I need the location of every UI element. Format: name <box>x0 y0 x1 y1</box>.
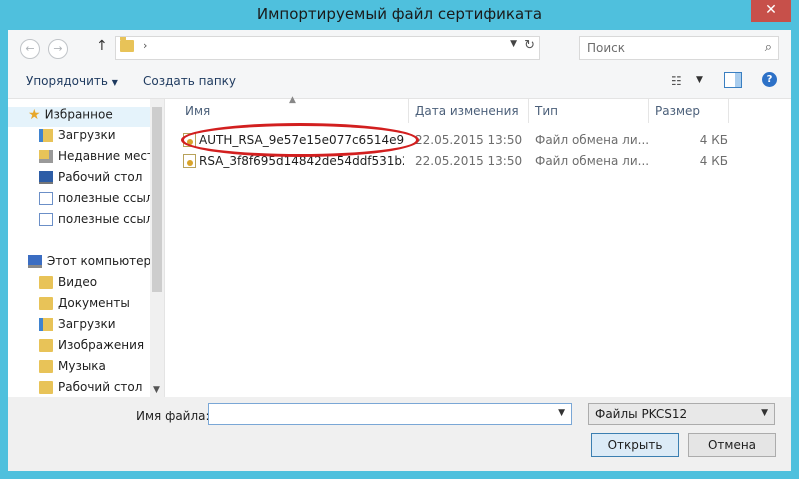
star-icon: ★ <box>28 107 41 123</box>
word-document-icon <box>39 192 53 205</box>
video-folder-icon <box>39 276 53 289</box>
column-divider[interactable] <box>648 99 649 123</box>
address-row: ← → ↑ › ▼ ↻ Поиск ⌕ <box>8 30 791 64</box>
file-size: 4 КБ <box>699 133 728 147</box>
file-type: Файл обмена ли... <box>535 133 650 147</box>
chevron-down-icon: ▼ <box>111 78 118 87</box>
column-divider[interactable] <box>408 99 409 123</box>
command-toolbar: Упорядочить ▼ Создать папку ☷ ▼ ? <box>8 64 791 99</box>
dialog-body: ← → ↑ › ▼ ↻ Поиск ⌕ Упорядочить ▼ Создат… <box>8 30 791 471</box>
file-type: Файл обмена ли... <box>535 154 650 168</box>
chevron-down-icon[interactable]: ▼ <box>696 75 703 85</box>
column-header-name[interactable]: Имя <box>185 104 210 128</box>
search-box[interactable]: Поиск ⌕ <box>579 36 779 60</box>
organize-button[interactable]: Упорядочить ▼ <box>26 74 118 88</box>
breadcrumb-arrow[interactable]: › <box>143 39 147 52</box>
scrollbar-thumb[interactable] <box>152 107 162 292</box>
nav-item-this-pc[interactable]: Этот компьютер <box>8 254 150 274</box>
back-button[interactable]: ← <box>20 39 40 59</box>
column-divider[interactable] <box>528 99 529 123</box>
music-folder-icon <box>39 360 53 373</box>
nav-item-downloads-pc[interactable]: Загрузки <box>8 317 150 337</box>
red-highlight-ellipse <box>181 123 419 157</box>
refresh-icon[interactable]: ↻ <box>524 38 535 53</box>
file-list: ▲ Имя Дата изменения Тип Размер AUTH_RSA… <box>165 95 791 397</box>
cancel-button[interactable]: Отмена <box>688 433 776 457</box>
dialog-window: Импортируемый файл сертификата ✕ ← → ↑ ›… <box>0 0 799 479</box>
folder-icon <box>120 37 134 52</box>
filename-input[interactable]: ▼ <box>208 403 572 425</box>
open-button[interactable]: Открыть <box>591 433 679 457</box>
address-bar[interactable]: › ▼ ↻ <box>115 36 540 60</box>
sort-ascending-icon: ▲ <box>289 95 296 105</box>
file-date: 22.05.2015 13:50 <box>415 133 523 147</box>
chevron-down-icon[interactable]: ▼ <box>761 408 768 418</box>
nav-item-label: Рабочий стол <box>58 380 143 394</box>
nav-item-music[interactable]: Музыка <box>8 359 150 379</box>
column-header-date[interactable]: Дата изменения <box>415 104 519 128</box>
chevron-down-icon[interactable]: ▼ <box>510 39 517 49</box>
nav-item-documents[interactable]: Документы <box>8 296 150 316</box>
desktop-folder-icon <box>39 381 53 394</box>
downloads-folder-icon <box>39 129 53 142</box>
close-button[interactable]: ✕ <box>751 0 791 22</box>
word-document-icon <box>39 213 53 226</box>
nav-item-label: Видео <box>58 275 98 289</box>
nav-item-recent[interactable]: Недавние места <box>8 149 150 169</box>
file-size: 4 КБ <box>699 154 728 168</box>
recent-places-icon <box>39 150 53 163</box>
filename-label: Имя файла: <box>136 409 210 423</box>
file-date: 22.05.2015 13:50 <box>415 154 523 168</box>
filetype-select[interactable]: Файлы PKCS12 ▼ <box>588 403 775 425</box>
nav-item-desktop[interactable]: Рабочий стол <box>8 170 150 190</box>
up-arrow-icon[interactable]: ↑ <box>96 38 108 54</box>
computer-icon <box>28 255 42 268</box>
nav-item-video[interactable]: Видео <box>8 275 150 295</box>
nav-item-label: Загрузки <box>58 128 116 142</box>
nav-item-downloads[interactable]: Загрузки <box>8 128 150 148</box>
search-icon[interactable]: ⌕ <box>765 40 772 55</box>
scroll-down-icon[interactable]: ▼ <box>153 385 160 395</box>
nav-scrollbar[interactable]: ▼ <box>150 99 164 397</box>
nav-item-label: Изображения <box>58 338 145 352</box>
nav-item-label: Недавние места <box>58 149 150 163</box>
search-placeholder: Поиск <box>587 41 626 55</box>
column-header-size[interactable]: Размер <box>655 104 700 128</box>
organize-label: Упорядочить <box>26 74 108 88</box>
navigation-pane: ★Избранное Загрузки Недавние места Рабоч… <box>8 99 165 397</box>
nav-item-label: полезные ссылки <box>58 212 150 226</box>
nav-item-label: Рабочий стол <box>58 170 143 184</box>
nav-item-desktop-pc[interactable]: Рабочий стол <box>8 380 150 397</box>
nav-item-label: полезные ссылки <box>58 191 150 205</box>
downloads-folder-icon <box>39 318 53 331</box>
nav-item-label: Избранное <box>44 107 113 122</box>
column-header-type[interactable]: Тип <box>535 104 558 128</box>
chevron-down-icon[interactable]: ▼ <box>558 408 565 418</box>
documents-folder-icon <box>39 297 53 310</box>
dialog-footer: Имя файла: ▼ Файлы PKCS12 ▼ Открыть Отме… <box>8 397 791 471</box>
nav-item-label: Музыка <box>58 359 106 373</box>
pictures-folder-icon <box>39 339 53 352</box>
forward-button[interactable]: → <box>48 39 68 59</box>
preview-pane-icon[interactable] <box>724 72 742 88</box>
desktop-icon <box>39 171 53 184</box>
nav-item-label: Этот компьютер <box>47 254 150 268</box>
nav-item-label: Загрузки <box>58 317 116 331</box>
nav-item-pictures[interactable]: Изображения <box>8 338 150 358</box>
nav-item-links-1[interactable]: полезные ссылки <box>8 191 150 211</box>
view-options-icon[interactable]: ☷ <box>671 74 682 88</box>
window-title: Импортируемый файл сертификата <box>256 5 543 23</box>
nav-item-favorites[interactable]: ★ Избранное <box>8 107 150 127</box>
help-icon[interactable]: ? <box>762 72 777 87</box>
nav-item-label: Документы <box>58 296 130 310</box>
new-folder-button[interactable]: Создать папку <box>143 74 236 88</box>
filetype-value: Файлы PKCS12 <box>595 407 688 421</box>
nav-item-links-2[interactable]: полезные ссылки <box>8 212 150 232</box>
column-divider[interactable] <box>728 99 729 123</box>
title-bar: Импортируемый файл сертификата ✕ <box>0 0 799 30</box>
certificate-file-icon <box>183 154 196 168</box>
